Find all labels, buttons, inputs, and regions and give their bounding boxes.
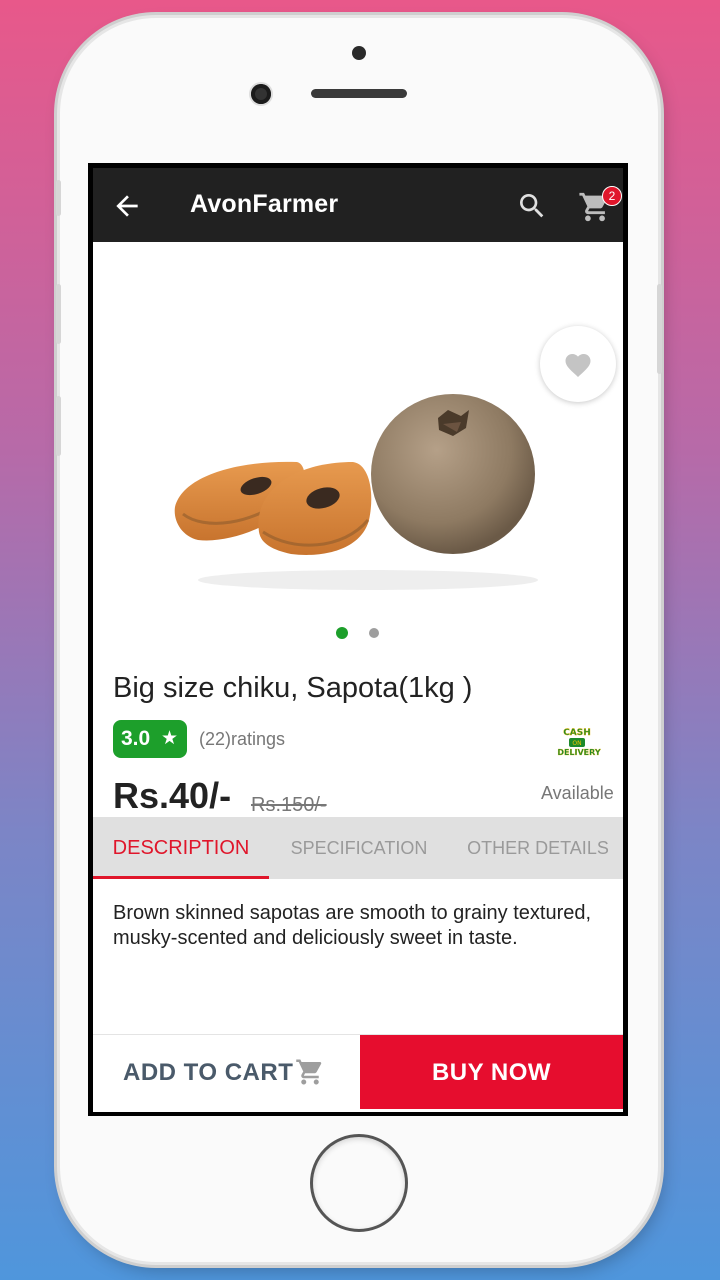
carousel-dot-active[interactable]: [336, 627, 348, 639]
product-image: [174, 394, 538, 590]
phone-screen: AvonFarmer 2 Big size chiku, Sapota(1kg …: [88, 163, 628, 1116]
product-price: Rs.40/-: [113, 775, 232, 816]
earpiece-speaker: [311, 89, 407, 98]
heart-icon: [565, 354, 591, 377]
proximity-sensor: [352, 46, 366, 60]
cart-icon: [296, 1059, 322, 1085]
product-title: Big size chiku, Sapota(1kg ): [113, 672, 473, 704]
rating-badge: 3.0 ★: [113, 720, 187, 758]
product-image-carousel[interactable]: [93, 242, 623, 642]
volume-down-button: [56, 396, 61, 456]
arrow-left-icon: [116, 195, 138, 217]
mute-switch: [56, 180, 61, 216]
home-button[interactable]: [310, 1134, 408, 1232]
availability-status: Available: [541, 783, 614, 803]
back-button[interactable]: [111, 190, 143, 222]
buy-now-label: BUY NOW: [431, 1059, 552, 1086]
star-icon: ★: [161, 728, 179, 749]
front-camera: [251, 84, 271, 104]
purchase-action-bar: ADD TO CART BUY NOW: [93, 1034, 623, 1109]
svg-text:DELIVERY: DELIVERY: [557, 748, 601, 757]
tab-specification[interactable]: SPECIFICATION: [279, 817, 439, 879]
cart-count-badge: 2: [602, 186, 622, 206]
app-view: AvonFarmer 2 Big size chiku, Sapota(1kg …: [93, 168, 623, 1112]
tab-other-details[interactable]: OTHER DETAILS: [453, 817, 623, 879]
search-button[interactable]: [516, 190, 548, 222]
cash-on-delivery-logo: CASH ON DELIVERY: [557, 728, 601, 757]
favorite-button[interactable]: [540, 326, 616, 402]
svg-text:ON: ON: [572, 740, 581, 747]
svg-text:CASH: CASH: [563, 728, 591, 738]
volume-up-button: [56, 284, 61, 344]
search-icon: [520, 194, 544, 218]
product-description: Brown skinned sapotas are smooth to grai…: [113, 902, 592, 949]
add-to-cart-button[interactable]: ADD TO CART: [93, 1035, 358, 1109]
app-bar: AvonFarmer 2: [93, 168, 623, 242]
ratings-count[interactable]: (22)ratings: [199, 729, 285, 750]
carousel-dot[interactable]: [369, 628, 379, 638]
buy-now-button[interactable]: BUY NOW: [360, 1035, 623, 1109]
add-to-cart-label: ADD TO CART: [123, 1059, 294, 1086]
app-title: AvonFarmer: [190, 190, 339, 218]
original-price: Rs.150/-: [251, 794, 327, 816]
details-tab-bar: DESCRIPTION SPECIFICATION OTHER DETAILS: [93, 817, 623, 879]
tab-description[interactable]: DESCRIPTION: [93, 817, 269, 879]
rating-value: 3.0: [121, 727, 151, 750]
power-button: [657, 284, 662, 374]
